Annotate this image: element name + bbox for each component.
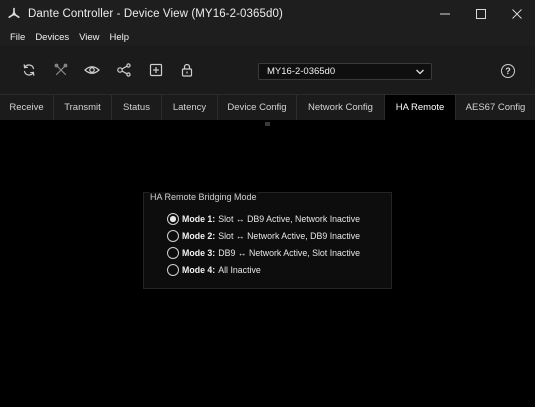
mode-1-option[interactable]: Mode 1: Slot ↔ DB9 Active, Network Inact… (167, 212, 360, 226)
tab-device-config[interactable]: Device Config (218, 95, 297, 120)
group-title: HA Remote Bridging Mode (149, 192, 258, 202)
menu-file[interactable]: File (5, 32, 30, 43)
mode-3-option[interactable]: Mode 3: DB9 ↔ Network Active, Slot Inact… (167, 246, 360, 260)
window-title: Dante Controller - Device View (MY16-2-0… (28, 8, 283, 20)
tab-network-config[interactable]: Network Config (297, 95, 385, 120)
maximize-button[interactable] (463, 0, 499, 28)
mode-2-option[interactable]: Mode 2: Slot ↔ Network Active, DB9 Inact… (167, 229, 360, 243)
mode-1-name: Mode 1: (182, 214, 216, 224)
lock-icon[interactable] (179, 62, 195, 78)
menu-devices[interactable]: Devices (30, 32, 74, 43)
chevron-down-icon (416, 69, 424, 75)
eye-icon[interactable] (84, 62, 100, 78)
minimize-button[interactable] (427, 0, 463, 28)
close-button[interactable] (499, 0, 535, 28)
mode-3-radio[interactable] (167, 247, 179, 259)
mode-2-name: Mode 2: (182, 231, 216, 241)
ha-remote-bridging-mode-group: HA Remote Bridging Mode Mode 1: Slot ↔ D… (143, 192, 392, 289)
tab-bar: Receive Transmit Status Latency Device C… (0, 94, 535, 120)
tab-ha-remote[interactable]: HA Remote (385, 95, 456, 120)
mode-4-option[interactable]: Mode 4: All Inactive (167, 263, 261, 277)
help-icon[interactable]: ? (501, 64, 515, 78)
menu-help[interactable]: Help (105, 32, 135, 43)
tab-receive[interactable]: Receive (0, 95, 54, 120)
device-select[interactable]: MY16-2-0365d0 (258, 63, 432, 80)
menu-bar: File Devices View Help (0, 28, 535, 46)
mode-4-radio[interactable] (167, 264, 179, 276)
tab-latency[interactable]: Latency (162, 95, 218, 120)
menu-view[interactable]: View (74, 32, 104, 43)
tab-transmit[interactable]: Transmit (54, 95, 112, 120)
splitter-handle[interactable] (265, 122, 270, 126)
device-select-value: MY16-2-0365d0 (267, 66, 336, 77)
mode-3-desc: DB9 ↔ Network Active, Slot Inactive (218, 248, 361, 258)
mode-3-name: Mode 3: (182, 248, 216, 258)
tab-status[interactable]: Status (112, 95, 162, 120)
tools-icon[interactable] (53, 62, 69, 78)
mode-1-radio[interactable] (167, 213, 179, 225)
share-icon[interactable] (116, 62, 132, 78)
refresh-icon[interactable] (21, 62, 37, 78)
title-bar: Dante Controller - Device View (MY16-2-0… (0, 0, 535, 28)
tab-aes67-config[interactable]: AES67 Config (456, 95, 535, 120)
close-icon (512, 9, 522, 19)
maximize-icon (476, 9, 486, 19)
mode-1-desc: Slot ↔ DB9 Active, Network Inactive (218, 214, 361, 224)
minimize-icon (440, 13, 450, 15)
mode-4-name: Mode 4: (182, 265, 216, 275)
mode-2-desc: Slot ↔ Network Active, DB9 Inactive (218, 231, 361, 241)
add-box-icon[interactable] (148, 62, 164, 78)
mode-2-radio[interactable] (167, 230, 179, 242)
mode-4-desc: All Inactive (218, 265, 261, 275)
dante-logo-icon (7, 7, 21, 21)
